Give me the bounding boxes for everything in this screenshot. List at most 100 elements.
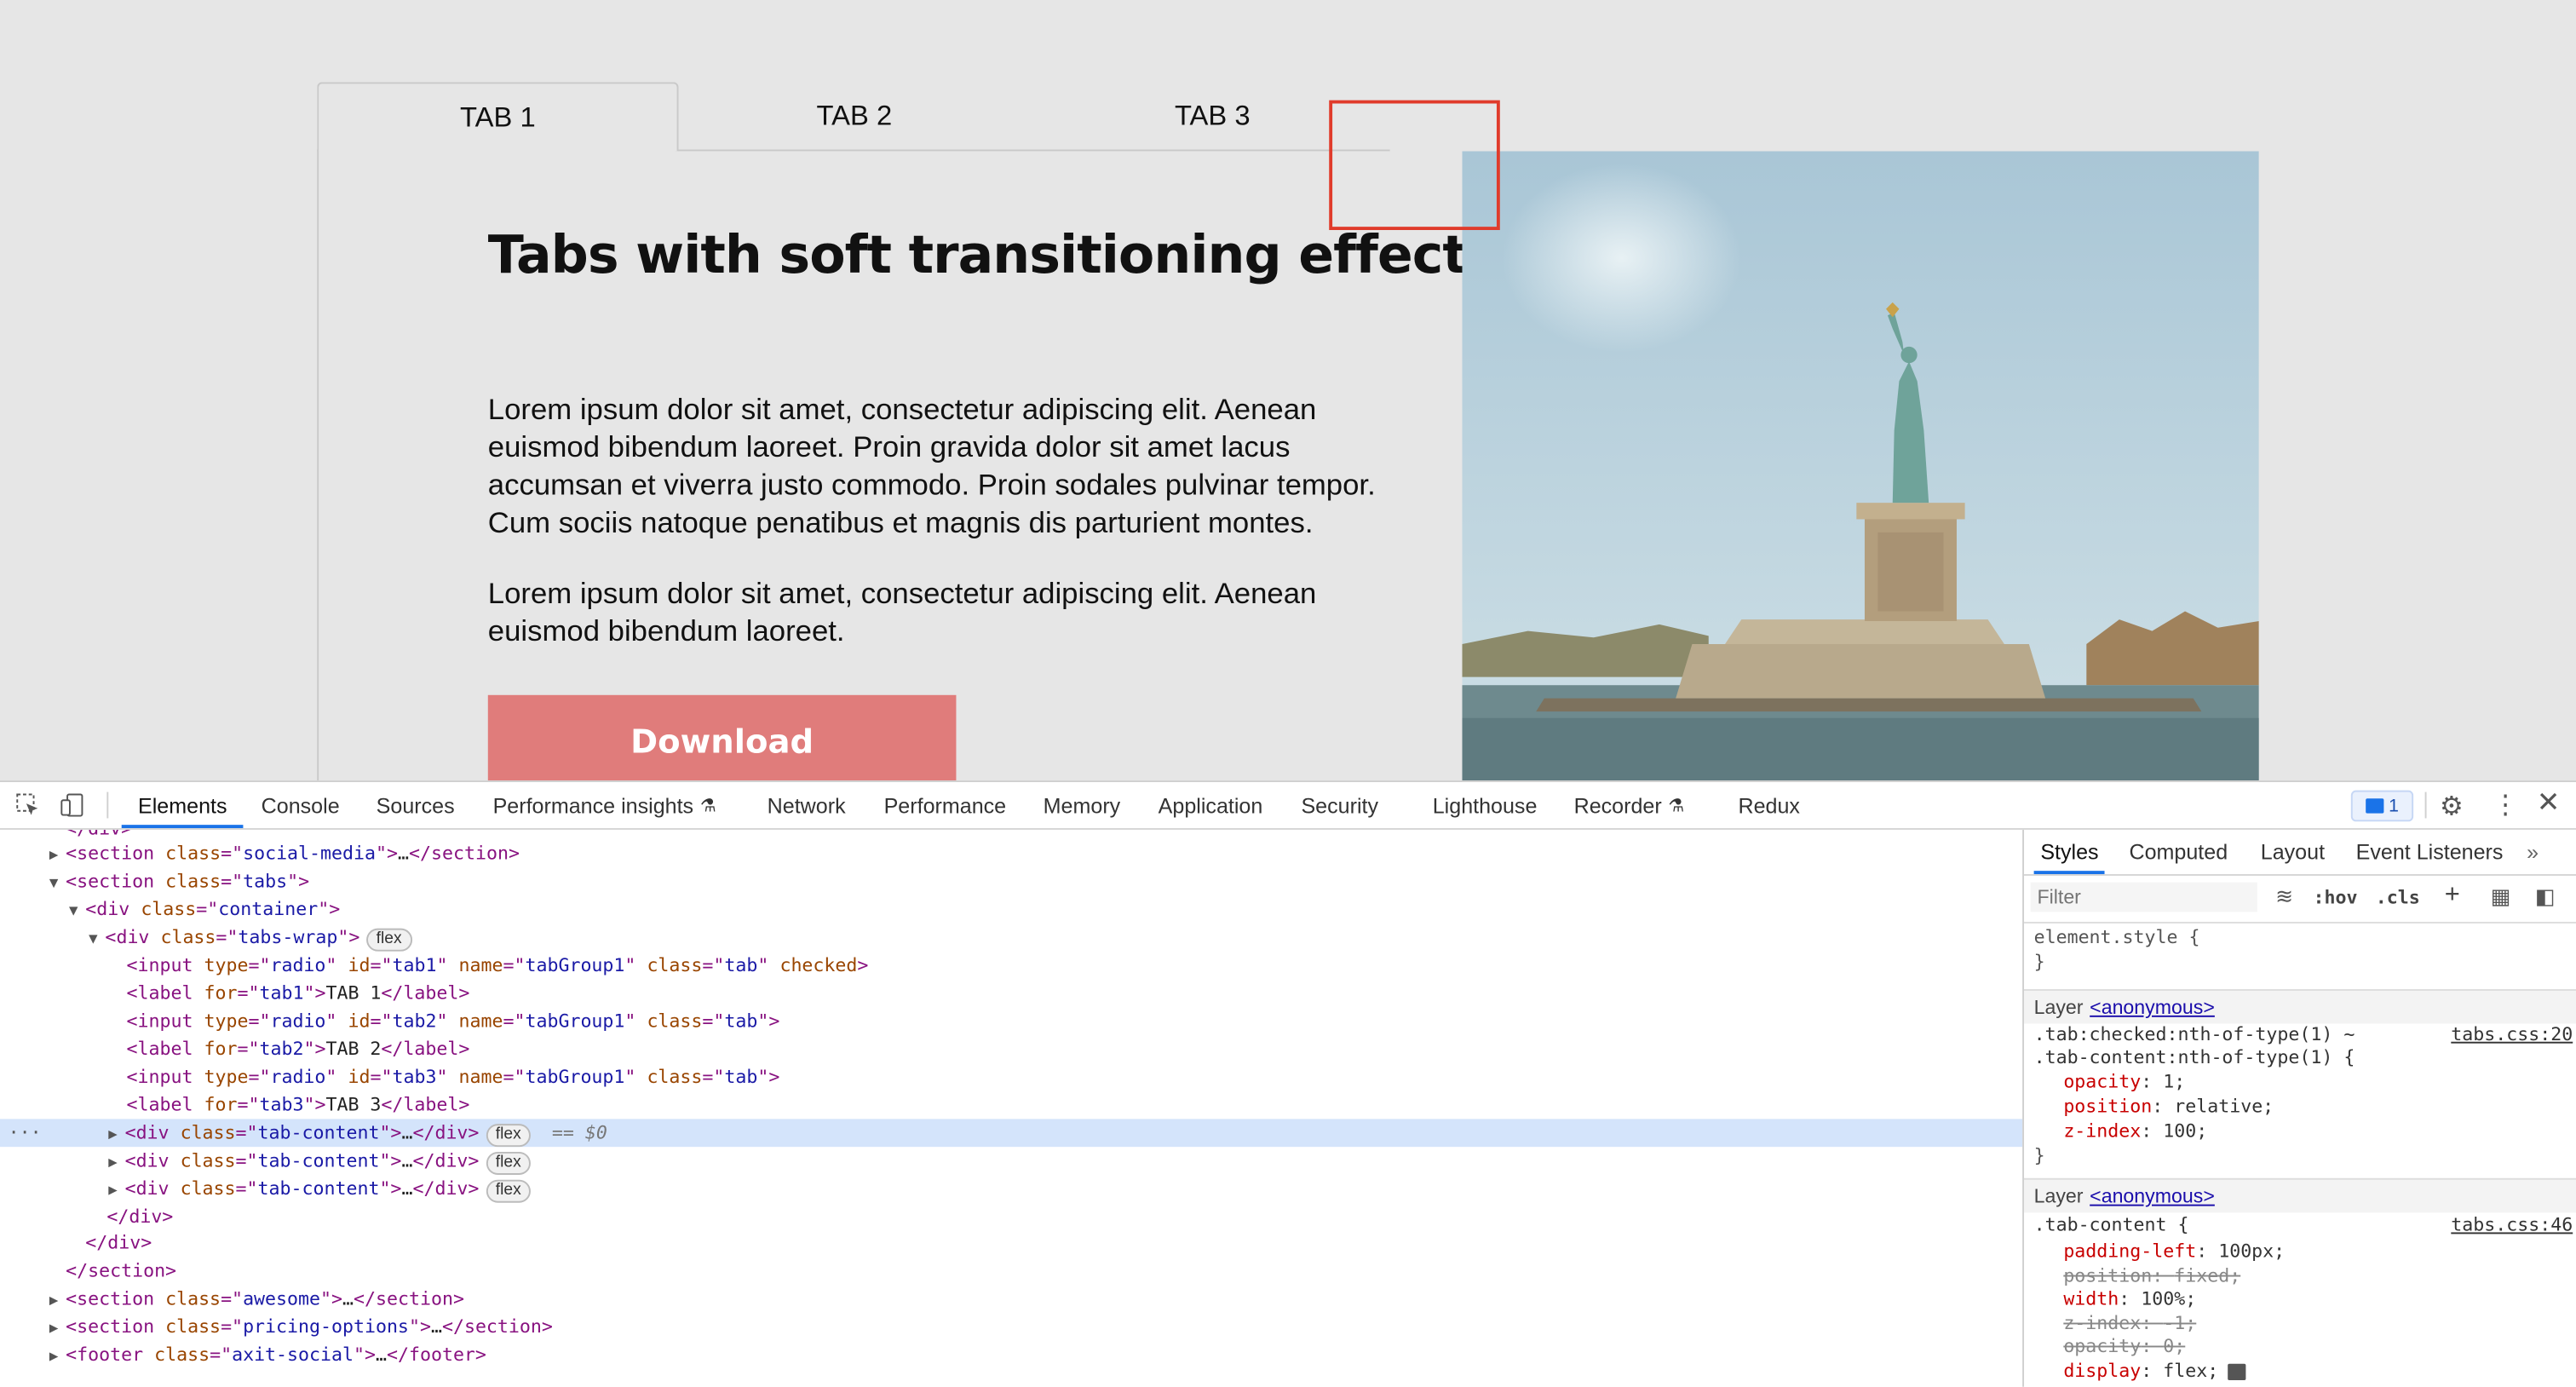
device-toolbar-icon[interactable]: [59, 792, 85, 819]
devtools-tab-sources[interactable]: Sources: [377, 782, 455, 828]
dom-node-label-tab3[interactable]: <label for="tab3">TAB 3</label>: [0, 1091, 2022, 1119]
tab-divider: [675, 149, 1390, 152]
devtools-tab-security[interactable]: Security: [1301, 782, 1378, 828]
devtools-tab-redux[interactable]: Redux: [1738, 782, 1799, 828]
devtools-tab-performance[interactable]: Performance: [884, 782, 1007, 828]
hover-state-toggle[interactable]: :hov: [2313, 887, 2357, 908]
page-viewport: TAB 1 TAB 2 TAB 3 Tabs with soft transit…: [0, 0, 2576, 781]
layer-label: Layer: [2033, 1184, 2084, 1208]
rendering-emulation-icon[interactable]: ≋: [2275, 884, 2293, 911]
content-paragraph-1: Lorem ipsum dolor sit amet, consectetur …: [487, 392, 1376, 539]
flex-editor-icon[interactable]: [2228, 1363, 2247, 1381]
dom-node-pricing-options[interactable]: ▶ <section class="pricing-options">…</sec…: [0, 1313, 2022, 1341]
dom-node-tab-content-2[interactable]: ▶ <div class="tab-content">…</div> flex: [0, 1147, 2022, 1175]
devtools-tab-recorder[interactable]: Recorder ⚗: [1574, 782, 1685, 828]
toolbar-separator: [2424, 791, 2427, 819]
flex-badge[interactable]: flex: [486, 1179, 532, 1203]
layer-anonymous-link[interactable]: <anonymous>: [2090, 996, 2215, 1019]
dom-node-footer[interactable]: ▶ <footer class="axit-social">…</footer>: [0, 1341, 2022, 1369]
styles-filter-bar: ≋ :hov .cls + ▦ ◧: [2024, 876, 2576, 924]
dom-node-tab-content-selected[interactable]: ··· ▶ <div class="tab-content">…</div> fle…: [0, 1119, 2023, 1148]
css-property-display[interactable]: display: flex;: [2063, 1361, 2247, 1384]
devtools-tab-memory[interactable]: Memory: [1044, 782, 1121, 828]
flex-badge[interactable]: flex: [486, 1124, 532, 1148]
toolbar-separator: [106, 791, 109, 819]
devtools-tab-application[interactable]: Application: [1159, 782, 1263, 828]
rule2-source-link[interactable]: tabs.css:46: [2451, 1214, 2573, 1237]
dom-node-label-tab1[interactable]: <label for="tab1">TAB 1</label>: [0, 979, 2022, 1007]
dom-node-close-div[interactable]: </div>: [0, 1229, 2022, 1258]
performance-insights-label: Performance insights: [492, 792, 694, 818]
layer-anonymous-link[interactable]: <anonymous>: [2090, 1185, 2215, 1208]
styles-filter-input[interactable]: [2030, 882, 2257, 912]
css-property-width[interactable]: width: 100%;: [2063, 1288, 2196, 1311]
download-button[interactable]: Download: [487, 694, 957, 781]
sidebar-tab-layout[interactable]: Layout: [2261, 830, 2325, 874]
dom-node-awesome[interactable]: ▶ <section class="awesome">…</section>: [0, 1285, 2022, 1313]
sidebar-tab-computed[interactable]: Computed: [2129, 830, 2228, 874]
styles-sidebar: Styles Computed Layout Event Listeners »…: [2022, 829, 2576, 1387]
devtools-toolbar: Elements Console Sources Performance ins…: [0, 782, 2576, 830]
devtools-tab-performance-insights[interactable]: Performance insights ⚗: [493, 782, 716, 828]
issues-count: 1: [2389, 796, 2399, 816]
experiment-flask-icon: ⚗: [1668, 796, 1685, 816]
devtools-tab-console[interactable]: Console: [262, 782, 340, 828]
flex-badge[interactable]: flex: [366, 928, 412, 952]
dom-node-close-div[interactable]: </div>: [0, 1203, 2022, 1231]
experiment-flask-icon: ⚗: [699, 796, 716, 816]
css-property-position[interactable]: position: relative;: [2063, 1096, 2274, 1119]
dom-node-input-tab3[interactable]: <input type="radio" id="tab3" name="tabG…: [0, 1063, 2022, 1091]
dom-node-label-tab2[interactable]: <label for="tab2">TAB 2</label>: [0, 1035, 2022, 1063]
element-style-rule[interactable]: element.style {: [2034, 927, 2200, 950]
devtools-tab-lighthouse[interactable]: Lighthouse: [1433, 782, 1538, 828]
sidebar-tab-styles[interactable]: Styles: [2033, 830, 2107, 875]
statue-of-liberty-image: [1462, 151, 2259, 781]
content-heading: Tabs with soft transitioning effect.1: [487, 223, 1523, 286]
close-devtools-icon[interactable]: ✕: [2537, 787, 2560, 820]
tab-1[interactable]: TAB 1: [317, 82, 679, 152]
highlight-box: [1329, 100, 1500, 231]
css-property-opacity[interactable]: opacity: 1;: [2063, 1071, 2185, 1094]
rule1-source-link[interactable]: tabs.css:20: [2451, 1024, 2573, 1047]
rule-close-brace: }: [2033, 1145, 2045, 1167]
elements-dom-tree: </div> ▶<section class="social-media">…<…: [0, 830, 2023, 1387]
css-property-position-overridden[interactable]: position: fixed;: [2063, 1265, 2240, 1288]
node-actions-dots[interactable]: ···: [9, 1119, 42, 1147]
selected-node-marker: == $0: [551, 1122, 607, 1144]
more-options-icon[interactable]: ⋮: [2493, 789, 2519, 822]
issues-button[interactable]: 1: [2350, 790, 2414, 822]
layer-row: Layer <anonymous>: [2024, 1177, 2576, 1213]
rule1-selector-line1[interactable]: .tab:checked:nth-of-type(1) ~: [2034, 1024, 2355, 1047]
content-paragraph-2: Lorem ipsum dolor sit amet, consectetur …: [487, 576, 1317, 647]
layer-label: Layer: [2033, 995, 2084, 1019]
toggle-sidebar-icon[interactable]: ◧: [2535, 884, 2556, 911]
content-border: [317, 149, 319, 781]
more-tabs-chevron-icon[interactable]: »: [2527, 830, 2539, 874]
class-toggle[interactable]: .cls: [2376, 887, 2420, 908]
sidebar-tab-event-listeners[interactable]: Event Listeners: [2356, 830, 2504, 874]
css-property-opacity-overridden[interactable]: opacity: 0;: [2063, 1336, 2185, 1359]
dom-node-close-section[interactable]: </section>: [0, 1257, 2022, 1285]
rule2-selector[interactable]: .tab-content {: [2034, 1214, 2189, 1237]
css-property-z-index-overridden[interactable]: z-index: -1;: [2063, 1313, 2196, 1336]
dom-node-social-media[interactable]: ▶ <section class="social-media">…</sectio…: [0, 840, 2022, 868]
tab-2[interactable]: TAB 2: [676, 82, 1033, 149]
dom-node-container[interactable]: ▼ <div class="container">: [0, 895, 2022, 924]
dom-node-tabs-wrap[interactable]: ▼ <div class="tabs-wrap"> flex: [0, 924, 2022, 952]
rule1-selector-line2[interactable]: .tab-content:nth-of-type(1) {: [2034, 1047, 2355, 1070]
devtools-tab-elements[interactable]: Elements: [121, 782, 244, 829]
dom-node-input-tab1[interactable]: <input type="radio" id="tab1" name="tabG…: [0, 952, 2022, 980]
css-property-padding-left[interactable]: padding-left: 100px;: [2063, 1240, 2285, 1263]
flex-badge[interactable]: flex: [486, 1151, 532, 1175]
layer-row: Layer <anonymous>: [2024, 989, 2576, 1024]
inspect-element-icon[interactable]: [14, 792, 41, 819]
devtools-tab-network[interactable]: Network: [768, 782, 846, 828]
dom-node-input-tab2[interactable]: <input type="radio" id="tab2" name="tabG…: [0, 1007, 2022, 1035]
new-style-rule-icon[interactable]: +: [2445, 881, 2460, 911]
dom-node-tab-content-3[interactable]: ▶ <div class="tab-content">…</div> flex: [0, 1175, 2022, 1203]
computed-styles-paint-icon[interactable]: ▦: [2491, 884, 2511, 911]
css-property-z-index[interactable]: z-index: 100;: [2063, 1120, 2207, 1143]
sidebar-tabs: Styles Computed Layout Event Listeners »: [2024, 830, 2576, 876]
dom-node-tabs-section[interactable]: ▼ <section class="tabs">: [0, 867, 2022, 895]
settings-gear-icon[interactable]: ⚙: [2440, 791, 2464, 824]
